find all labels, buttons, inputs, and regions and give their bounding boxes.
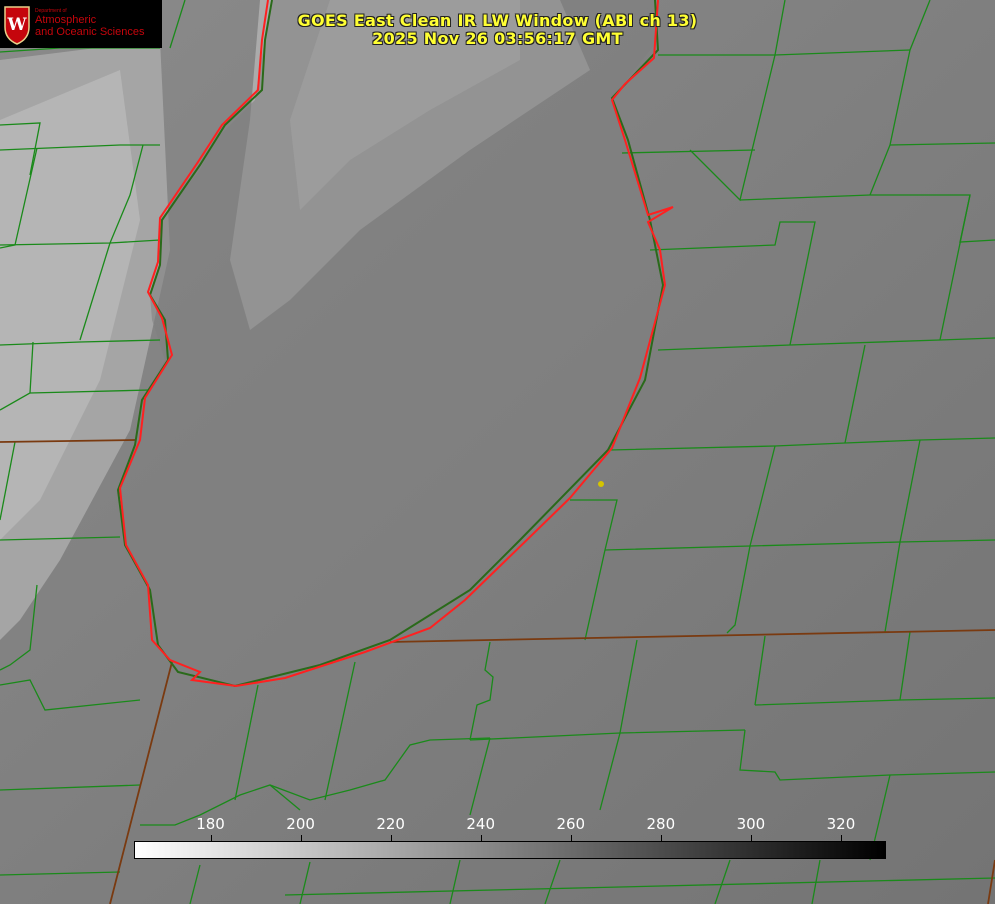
colorbar-tick-label: 280 <box>646 815 676 833</box>
colorbar-tick-label: 220 <box>376 815 405 833</box>
crest-icon: W <box>4 6 30 45</box>
colorbar <box>134 841 886 859</box>
logo-line-1: Atmospheric <box>35 14 97 26</box>
colorbar-tick-label: 260 <box>556 815 586 833</box>
colorbar-tick-label: 200 <box>286 815 315 833</box>
colorbar-tick-label: 300 <box>736 815 766 833</box>
crest-letter: W <box>6 15 27 35</box>
colorbar-tick-label: 240 <box>466 815 496 833</box>
logo: W Department of Atmospheric and Oceanic … <box>0 0 162 48</box>
colorbar-tick-label: 180 <box>196 815 225 833</box>
satellite-map <box>0 0 995 904</box>
colorbar-tick-label: 320 <box>826 815 856 833</box>
logo-line-2: and Oceanic Sciences <box>35 26 145 38</box>
location-marker <box>598 481 604 487</box>
